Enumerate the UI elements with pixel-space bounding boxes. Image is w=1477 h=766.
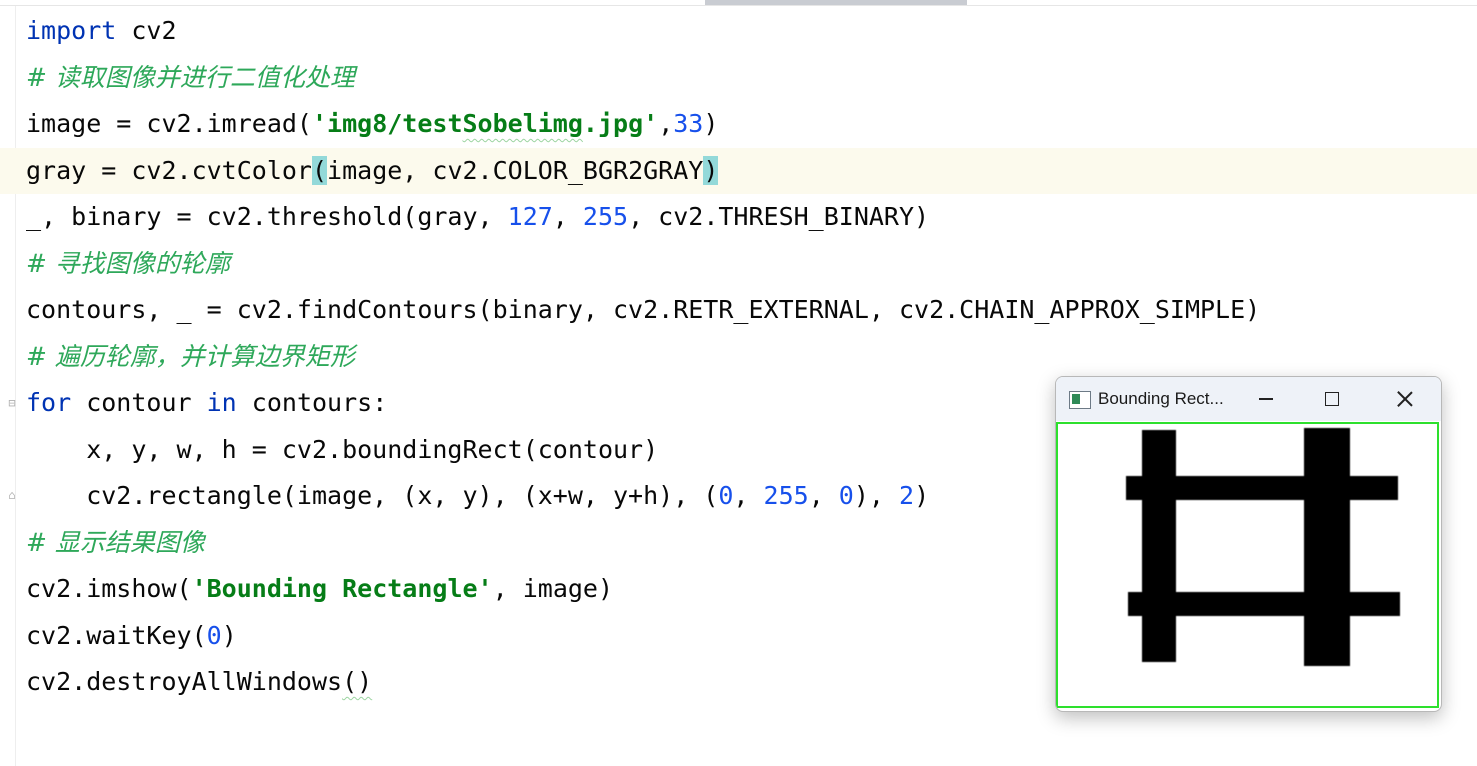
editor-top-scrollbar[interactable] [0, 0, 1477, 6]
window-title: Bounding Rect... [1098, 389, 1224, 408]
close-icon [1396, 390, 1414, 408]
matched-bracket-open: ( [311, 155, 328, 185]
maximize-button[interactable] [1302, 377, 1362, 421]
code-line-4-current[interactable]: gray = cv2.cvtColor(image, cv2.COLOR_BGR… [0, 147, 1477, 194]
code-line-6[interactable]: # 寻找图像的轮廓 [26, 241, 1466, 288]
code-line-3[interactable]: image = cv2.imread('img8/testSobelimg.jp… [26, 101, 1466, 148]
matched-bracket-close: ) [703, 155, 719, 185]
minimize-button[interactable] [1236, 377, 1296, 421]
code-line-7[interactable]: contours, _ = cv2.findContours(binary, c… [26, 287, 1466, 334]
code-line-1[interactable]: import cv2 [26, 8, 1466, 55]
opencv-window-icon [1069, 391, 1091, 409]
scrollbar-thumb[interactable] [705, 0, 967, 5]
image-display [1056, 422, 1439, 708]
code-line-2[interactable]: # 读取图像并进行二值化处理 [26, 55, 1466, 102]
hash-horizontal-bar-top [1126, 476, 1398, 500]
hash-vertical-bar-left [1142, 430, 1176, 662]
editor-gutter [0, 6, 16, 766]
window-titlebar[interactable]: Bounding Rect... [1056, 377, 1441, 421]
fold-end-icon[interactable]: ⌂ [5, 487, 19, 503]
hash-vertical-bar-right [1304, 428, 1350, 666]
minimize-icon [1259, 398, 1273, 400]
hash-horizontal-bar-bottom [1128, 592, 1400, 616]
opencv-image-window[interactable]: Bounding Rect... [1055, 376, 1442, 712]
fold-open-icon[interactable]: ⊟ [5, 395, 19, 411]
maximize-icon [1325, 392, 1339, 406]
code-line-8[interactable]: # 遍历轮廓，并计算边界矩形 [26, 334, 1466, 381]
close-button[interactable] [1374, 377, 1434, 421]
code-line-5[interactable]: _, binary = cv2.threshold(gray, 127, 255… [26, 194, 1466, 241]
